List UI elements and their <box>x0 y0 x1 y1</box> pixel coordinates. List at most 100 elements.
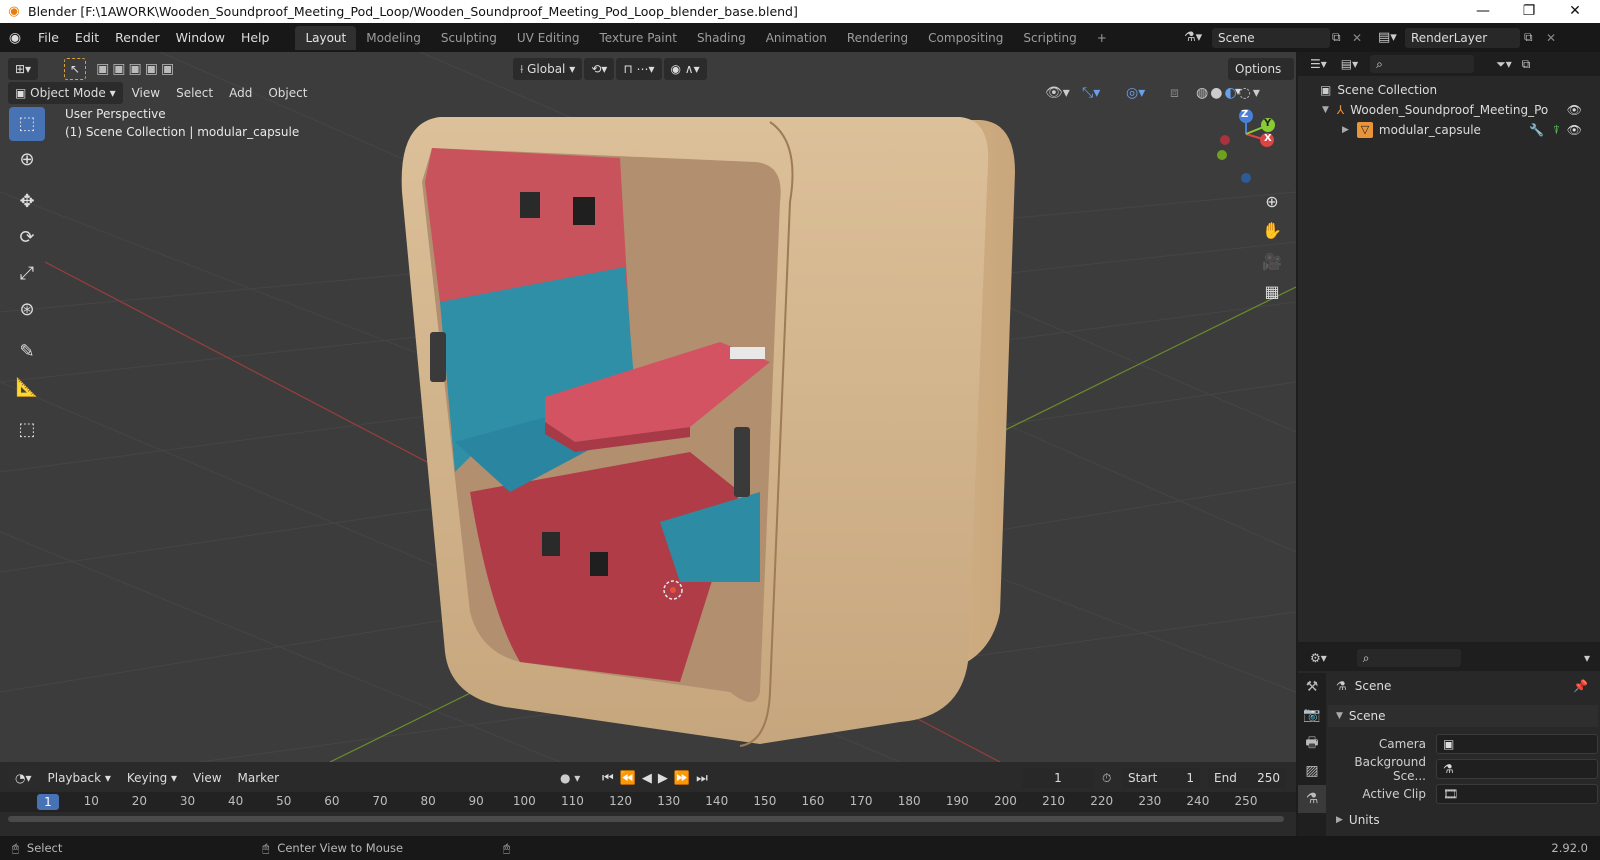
tab-layout[interactable]: Layout <box>295 25 357 50</box>
pod-visibility-icon[interactable]: 👁 <box>1567 103 1582 117</box>
menu-playback[interactable]: Playback ▾ <box>41 767 118 789</box>
scene-panel-label: Scene <box>1348 709 1386 723</box>
display-mode-icon[interactable]: ▤▾ <box>1341 57 1358 71</box>
add-workspace-button[interactable]: + <box>1087 26 1117 50</box>
viewport-3d[interactable]: Z X Y ⊞▾ ↖ ▣▣▣▣▣ ⟊ Global ▾ ⟲▾ ⊓ ⋯▾ ◉ ∧▾… <box>0 52 1296 762</box>
expand-arrow-icon[interactable]: ▼ <box>1322 105 1329 115</box>
active-clip-field[interactable]: 🎞 <box>1436 784 1598 804</box>
menu-render[interactable]: Render <box>107 27 168 49</box>
cursor-tool-icon[interactable]: ⊕ <box>9 143 45 177</box>
background-scene-field[interactable]: ⚗ <box>1436 759 1598 779</box>
menu-timeline-view[interactable]: View <box>186 767 228 789</box>
properties-search-input[interactable]: ⌕ <box>1356 649 1461 667</box>
camera-view-icon[interactable]: 🎥 <box>1258 248 1286 276</box>
pan-hand-icon[interactable]: ✋ <box>1258 217 1286 245</box>
properties-editor-type-icon[interactable]: ⚙▾ <box>1310 651 1327 665</box>
rotate-tool-icon[interactable]: ⟳ <box>9 221 45 255</box>
current-frame-field[interactable]: 1 <box>1022 768 1094 788</box>
ortho-grid-icon[interactable]: ▦ <box>1258 278 1286 306</box>
object-mode-dropdown[interactable]: ▣ Object Mode ▾ <box>8 81 123 104</box>
add-cube-tool-icon[interactable]: ⬚ <box>9 413 45 447</box>
tab-uv-editing[interactable]: UV Editing <box>507 26 590 50</box>
move-tool-icon[interactable]: ✥ <box>9 185 45 219</box>
zoom-icon[interactable]: ⊕ <box>1258 188 1286 216</box>
blender-menu-icon[interactable]: ◉ <box>0 30 30 46</box>
scene-field[interactable]: Scene <box>1212 27 1330 48</box>
tab-compositing[interactable]: Compositing <box>918 26 1013 50</box>
outliner-editor-type-icon[interactable]: ☰▾ <box>1310 57 1327 71</box>
tab-sculpting[interactable]: Sculpting <box>431 26 507 50</box>
timeline-scrollbar[interactable] <box>8 816 1284 822</box>
menu-select[interactable]: Select <box>169 82 220 104</box>
scene-tab-icon[interactable]: ⚗ <box>1298 785 1326 813</box>
transform-tool-icon[interactable]: ⊛ <box>9 293 45 327</box>
stopwatch-icon[interactable]: ⏱ <box>1102 771 1111 786</box>
output-tab-icon[interactable]: 🖶 <box>1298 729 1326 757</box>
end-frame-field[interactable]: End 250 <box>1208 768 1286 788</box>
tab-scripting[interactable]: Scripting <box>1013 26 1086 50</box>
units-panel-header[interactable]: ▶ Units <box>1328 813 1598 827</box>
collapse-arrow-icon[interactable]: ▶ <box>1342 125 1349 135</box>
frame-tick: 180 <box>897 794 921 808</box>
annotate-tool-icon[interactable]: ✎ <box>9 335 45 369</box>
start-frame-field[interactable]: Start 1 <box>1122 768 1200 788</box>
menu-window[interactable]: Window <box>168 27 233 49</box>
playback-controls[interactable]: ⏮⏪◀▶⏩⏭ <box>602 771 714 786</box>
tab-animation[interactable]: Animation <box>756 26 837 50</box>
outliner-item-pod[interactable]: ▼ ⅄ Wooden_Soundproof_Meeting_Po 👁 <box>1298 100 1600 120</box>
menu-marker[interactable]: Marker <box>231 767 286 789</box>
menu-file[interactable]: File <box>30 27 67 49</box>
xray-icon[interactable]: ⧈ <box>1170 85 1179 101</box>
close-button[interactable]: ✕ <box>1552 0 1598 23</box>
tab-modeling[interactable]: Modeling <box>356 26 431 50</box>
new-renderlayer-icon[interactable]: ⧉ <box>1524 30 1533 45</box>
tab-shading[interactable]: Shading <box>687 26 756 50</box>
record-icon[interactable]: ● ▾ <box>560 771 580 785</box>
outliner-item-capsule[interactable]: ▶ ▽ modular_capsule 🔧 ⍒ 👁 <box>1298 120 1600 140</box>
modifier-icon[interactable]: 🔧 <box>1529 123 1544 137</box>
pin-icon[interactable]: 📌 <box>1573 679 1588 693</box>
measure-tool-icon[interactable]: 📐 <box>9 371 45 405</box>
playback-label: Playback <box>47 771 102 785</box>
menu-view[interactable]: View <box>125 82 167 104</box>
timeline-editor-type-icon[interactable]: ◔▾ <box>8 767 39 789</box>
select-box-tool-icon[interactable]: ⬚ <box>9 107 45 141</box>
scene-collection-row[interactable]: ▣ Scene Collection <box>1298 80 1600 100</box>
render-tab-icon[interactable]: 📷 <box>1298 701 1326 729</box>
overlays-icon[interactable]: ◎▾ <box>1126 85 1145 101</box>
new-scene-icon[interactable]: ⧉ <box>1332 30 1341 45</box>
visibility-icon[interactable]: 👁▾ <box>1045 85 1070 101</box>
tab-texture-paint[interactable]: Texture Paint <box>590 26 687 50</box>
tab-rendering[interactable]: Rendering <box>837 26 918 50</box>
mouse-middle-icon: 🖱 <box>262 840 270 855</box>
menu-help[interactable]: Help <box>233 27 278 49</box>
maximize-button[interactable]: ❐ <box>1506 0 1552 23</box>
menu-keying[interactable]: Keying ▾ <box>120 767 184 789</box>
delete-renderlayer-icon[interactable]: ✕ <box>1546 31 1556 45</box>
selection-mode-icons[interactable]: ▣▣▣▣▣ <box>96 61 177 77</box>
tool-tab-icon[interactable]: ⚒ <box>1298 673 1326 701</box>
scene-panel-header[interactable]: ▼ Scene <box>1328 705 1598 727</box>
new-collection-icon[interactable]: ⧉ <box>1522 57 1531 72</box>
renderlayer-selector-icon[interactable]: ▤▾ <box>1378 30 1397 45</box>
properties-options-icon[interactable]: ▾ <box>1584 651 1590 665</box>
mesh-data-icon[interactable]: ⍒ <box>1553 123 1560 138</box>
minimize-button[interactable]: — <box>1460 0 1506 23</box>
shading-modes-icons[interactable]: ◍●◐◌▾ <box>1196 85 1262 101</box>
filter-icon[interactable]: ⏷▾ <box>1496 57 1512 72</box>
capsule-visibility-icon[interactable]: 👁 <box>1567 123 1582 137</box>
scale-tool-icon[interactable]: ⤢ <box>9 257 45 291</box>
scene-selector-icon[interactable]: ⚗▾ <box>1184 30 1202 45</box>
menu-object[interactable]: Object <box>261 82 314 104</box>
menu-add[interactable]: Add <box>222 82 259 104</box>
status-bar: 🖱 Select 🖱 Center View to Mouse 🖱 2.92.0 <box>0 836 1600 860</box>
delete-scene-icon[interactable]: ✕ <box>1352 31 1362 45</box>
frame-ruler[interactable]: 1 10 20 30 40 50 60 70 80 90 100 110 120 130 140 150 160… <box>0 792 1296 812</box>
gizmo-toggle-icon[interactable]: ⤡▾ <box>1082 85 1100 101</box>
menu-edit[interactable]: Edit <box>67 27 107 49</box>
renderlayer-field[interactable]: RenderLayer <box>1405 27 1520 48</box>
current-frame-indicator[interactable]: 1 <box>37 794 59 810</box>
view-layer-tab-icon[interactable]: ▨ <box>1298 757 1326 785</box>
outliner-search-input[interactable]: ⌕ <box>1370 55 1475 73</box>
camera-field[interactable]: ▣ <box>1436 734 1598 754</box>
